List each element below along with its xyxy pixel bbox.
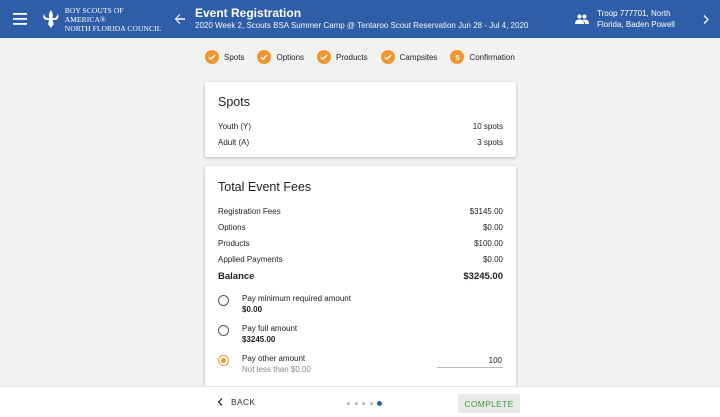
fee-value: $0.00: [482, 222, 503, 232]
check-icon: [380, 50, 395, 64]
spots-row: Youth (Y) 10 spots: [218, 118, 503, 134]
step-number: 5: [450, 50, 465, 64]
pay-minimum-option[interactable]: Pay minimum required amount $0.00: [218, 293, 503, 315]
event-subtitle: 2020 Week 2, Scouts BSA Summer Camp @ Te…: [195, 21, 529, 30]
step-label: Products: [336, 52, 368, 62]
group-icon: [575, 14, 589, 24]
step-products[interactable]: Products: [317, 50, 368, 64]
spots-row-value: 3 spots: [477, 137, 503, 147]
option-hint: Not less than $0.00: [242, 365, 311, 374]
logo-line2: NORTH FLORIDA COUNCIL: [64, 23, 162, 33]
back-label: BACK: [231, 397, 256, 407]
spots-row: Adult (A) 3 spots: [218, 134, 503, 150]
radio-button[interactable]: [218, 325, 229, 336]
pager-dot: [347, 402, 350, 405]
balance-row: Balance $3245.00: [218, 267, 503, 285]
fee-row: Products $100.00: [218, 235, 503, 251]
spots-title: Spots: [218, 95, 250, 109]
chevron-right-icon: [703, 14, 709, 24]
fee-label: Registration Fees: [218, 206, 281, 216]
fee-value: $3145.00: [469, 206, 503, 216]
footer-bar: BACK COMPLETE: [0, 386, 720, 417]
council-logo[interactable]: BOY SCOUTS OF AMERICA® NORTH FLORIDA COU…: [40, 6, 165, 33]
back-button[interactable]: BACK: [217, 397, 255, 407]
app-header: BOY SCOUTS OF AMERICA® NORTH FLORIDA COU…: [0, 0, 720, 38]
menu-icon[interactable]: [0, 0, 40, 38]
registration-stepper: Spots Options Products Campsites 5 Confi…: [205, 50, 528, 64]
step-label: Confirmation: [469, 52, 515, 62]
step-label: Options: [276, 52, 305, 62]
balance-label: Balance: [218, 270, 255, 282]
unit-name-line1: Troop 777701, North: [597, 9, 671, 18]
step-options[interactable]: Options: [257, 50, 304, 64]
spots-card: Spots Youth (Y) 10 spots Adult (A) 3 spo…: [205, 82, 516, 157]
fee-label: Options: [218, 222, 246, 232]
option-amount: $0.00: [242, 305, 263, 314]
pay-other-option[interactable]: Pay other amount Not less than $0.00: [218, 353, 503, 375]
step-spots[interactable]: Spots: [205, 50, 244, 64]
spots-row-label: Adult (A): [218, 137, 250, 147]
option-label: Pay minimum required amount: [242, 294, 351, 303]
option-label: Pay full amount: [242, 324, 298, 333]
page-title: Event Registration: [195, 6, 302, 20]
fleur-de-lis-icon: [43, 9, 59, 29]
pager-dot-active: [377, 401, 382, 406]
spots-row-value: 10 spots: [472, 121, 503, 131]
radio-button-selected[interactable]: [218, 355, 229, 366]
unit-name-line2: Florida, Baden Powell: [597, 20, 675, 29]
fee-row: Options $0.00: [218, 219, 503, 235]
fee-label: Applied Payments: [218, 254, 283, 264]
option-amount: $3245.00: [242, 335, 276, 344]
fee-row: Registration Fees $3145.00: [218, 203, 503, 219]
check-icon: [205, 50, 219, 64]
page-indicator: [347, 401, 387, 406]
step-label: Campsites: [399, 52, 438, 62]
option-label: Pay other amount: [242, 354, 306, 363]
check-icon: [317, 50, 332, 64]
step-confirmation[interactable]: 5 Confirmation: [450, 50, 515, 64]
fee-label: Products: [218, 238, 250, 248]
back-arrow-icon[interactable]: [165, 13, 195, 25]
radio-button[interactable]: [218, 295, 229, 306]
pager-dot: [362, 402, 365, 405]
unit-selector[interactable]: Troop 777701, North Florida, Baden Powel…: [575, 8, 720, 30]
balance-value: $3245.00: [463, 270, 503, 282]
event-fees-card: Total Event Fees Registration Fees $3145…: [205, 166, 516, 406]
fee-value: $100.00: [474, 238, 503, 248]
pager-dot: [354, 402, 358, 405]
fee-value: $0.00: [482, 254, 503, 264]
pay-full-option[interactable]: Pay full amount $3245.00: [218, 323, 503, 345]
fee-row: Applied Payments $0.00: [218, 251, 503, 267]
step-campsites[interactable]: Campsites: [380, 50, 438, 64]
logo-line1: BOY SCOUTS OF AMERICA®: [64, 5, 124, 24]
chevron-left-icon: [217, 398, 223, 406]
step-label: Spots: [224, 52, 245, 62]
complete-button[interactable]: COMPLETE: [458, 394, 520, 413]
pager-dot: [369, 402, 373, 405]
spots-row-label: Youth (Y): [218, 121, 252, 131]
fees-title: Total Event Fees: [218, 180, 312, 194]
check-icon: [257, 50, 272, 64]
other-amount-input[interactable]: [437, 353, 503, 368]
